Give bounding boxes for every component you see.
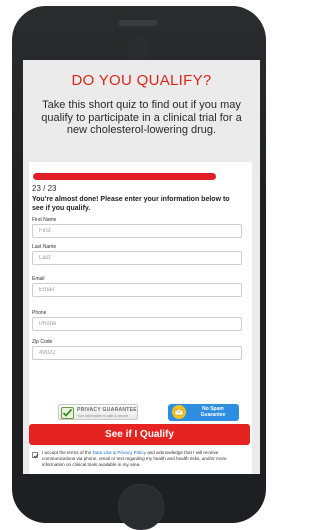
page-title: DO YOU QUALIFY? (71, 72, 212, 89)
last-name-label: Last Name (32, 244, 57, 250)
checkmark-shield-icon (61, 406, 74, 419)
privacy-policy-link[interactable]: Data Use & Privacy Policy (93, 450, 146, 455)
no-spam-line2: Guarantee (200, 412, 226, 418)
no-spam-badge: No Spam Guarantee (168, 404, 239, 421)
consent-text-before: I accept the terms of the (42, 450, 93, 455)
phone-camera (126, 36, 150, 60)
progress-bar (33, 173, 216, 180)
step-counter: 23 / 23 (32, 184, 57, 193)
email-label: Email (32, 276, 45, 282)
first-name-label: First Name (32, 217, 57, 223)
phone-speaker (118, 20, 158, 26)
last-name-field[interactable] (32, 251, 242, 265)
privacy-guarantee-badge: PRIVACY GUARANTEE Your information is sa… (58, 404, 138, 420)
see-if-i-qualify-button[interactable]: See if I Qualify (29, 424, 250, 445)
phone-label: Phone (32, 310, 47, 316)
zip-code-label: Zip Code (32, 339, 53, 345)
privacy-guarantee-subtitle: Your information is safe & secure (77, 414, 129, 418)
envelope-icon (172, 405, 186, 419)
consent-text: I accept the terms of the Data Use & Pri… (42, 450, 245, 468)
intro-text: Take this short quiz to find out if you … (41, 99, 242, 136)
phone-screen: DO YOU QUALIFY? Take this short quiz to … (23, 60, 260, 474)
privacy-guarantee-title: PRIVACY GUARANTEE (77, 407, 137, 413)
zip-code-field[interactable] (32, 346, 242, 360)
phone-field[interactable] (32, 317, 242, 331)
home-button[interactable] (118, 484, 164, 530)
email-field[interactable] (32, 283, 242, 297)
quiz-form-card: 23 / 23 You're almost done! Please enter… (29, 162, 252, 474)
first-name-field[interactable] (32, 224, 242, 238)
no-spam-text: No Spam Guarantee (190, 406, 236, 418)
consent-checkbox[interactable] (32, 452, 39, 459)
form-headline: You're almost done! Please enter your in… (32, 196, 230, 212)
